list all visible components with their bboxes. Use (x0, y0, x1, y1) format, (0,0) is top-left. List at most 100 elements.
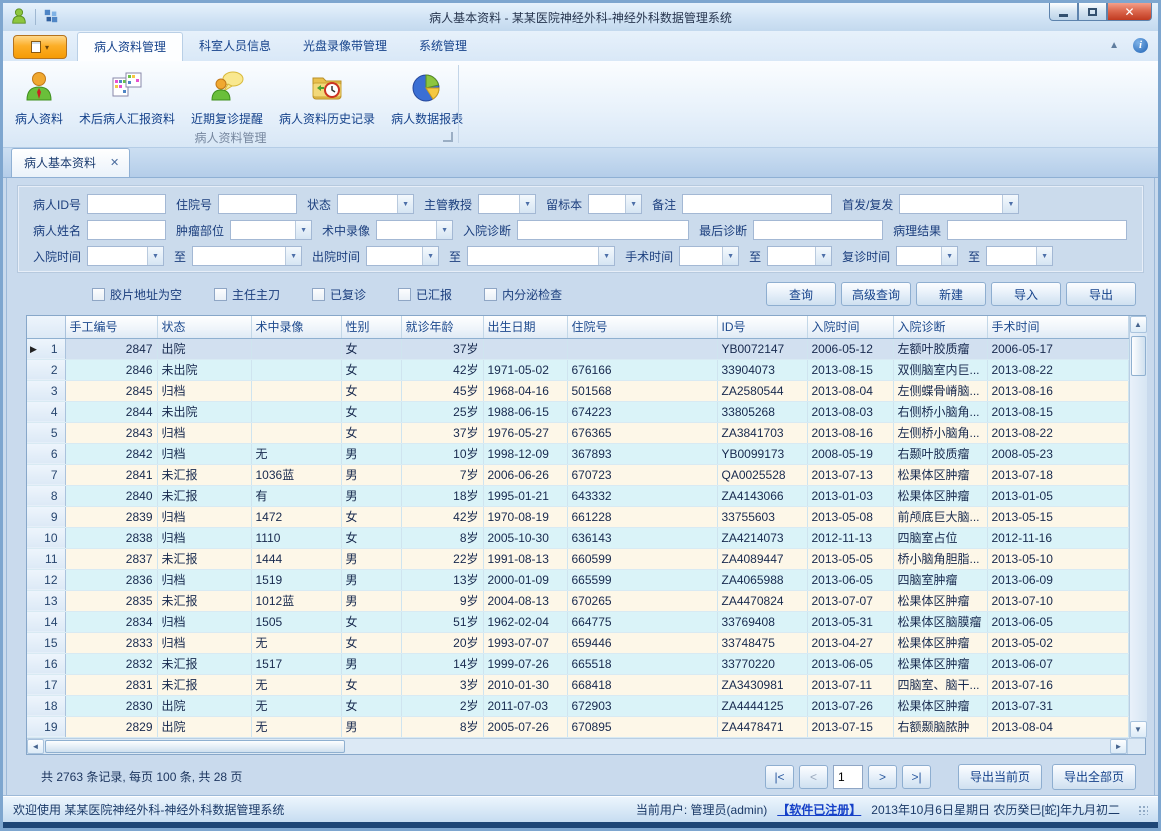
search-input[interactable] (947, 220, 1127, 240)
table-row[interactable]: 112837未汇报1444男22岁1991-08-13660599ZA40894… (27, 548, 1128, 569)
table-row[interactable]: 102838归档1110女8岁2005-10-30636143ZA4214073… (27, 527, 1128, 548)
row-selector[interactable]: 7 (27, 464, 65, 485)
maximize-button[interactable] (1078, 3, 1107, 21)
search-combo[interactable]: ▼ (366, 246, 439, 266)
vertical-scrollbar[interactable]: ▲ ▼ (1129, 316, 1147, 738)
ribbon-button[interactable]: 病人资料 (7, 65, 71, 129)
search-combo[interactable]: ▼ (337, 194, 414, 214)
minimize-button[interactable] (1049, 3, 1078, 21)
chevron-down-icon[interactable]: ▼ (147, 247, 163, 265)
horizontal-scrollbar-thumb[interactable] (45, 740, 345, 753)
chevron-down-icon[interactable]: ▼ (519, 195, 535, 213)
search-combo[interactable]: ▼ (87, 246, 164, 266)
pager-last-button[interactable]: >| (902, 765, 931, 789)
search-combo[interactable]: ▼ (230, 220, 312, 240)
row-selector[interactable]: 16 (27, 653, 65, 674)
search-input[interactable] (87, 220, 166, 240)
dialog-launcher-icon[interactable] (443, 132, 453, 142)
pager-prev-button[interactable]: < (799, 765, 828, 789)
table-row[interactable]: 182830出院无女2岁2011-07-03672903ZA4444125201… (27, 695, 1128, 716)
chevron-down-icon[interactable]: ▼ (422, 247, 438, 265)
table-row[interactable]: 132835未汇报1012蓝男9岁2004-08-13670265ZA44708… (27, 590, 1128, 611)
action-button-导入[interactable]: 导入 (991, 282, 1061, 306)
row-selector[interactable]: 5 (27, 422, 65, 443)
table-row[interactable]: 82840未汇报有男18岁1995-01-21643332ZA414306620… (27, 485, 1128, 506)
table-row[interactable]: 172831未汇报无女3岁2010-01-30668418ZA343098120… (27, 674, 1128, 695)
row-selector[interactable]: 2 (27, 359, 65, 380)
row-selector[interactable]: 17 (27, 674, 65, 695)
table-row[interactable]: 1▶2847出院女37岁YB00721472006-05-12左额叶胶质瘤200… (27, 338, 1128, 359)
table-row[interactable]: 52843归档女37岁1976-05-27676365ZA38417032013… (27, 422, 1128, 443)
search-combo[interactable]: ▼ (679, 246, 739, 266)
scroll-right-icon[interactable]: ► (1110, 739, 1127, 754)
chevron-down-icon[interactable]: ▼ (1036, 247, 1052, 265)
table-row[interactable]: 72841未汇报1036蓝男7岁2006-06-26670723QA002552… (27, 464, 1128, 485)
table-row[interactable]: 152833归档无女20岁1993-07-0765944633748475201… (27, 632, 1128, 653)
column-header[interactable]: 入院诊断 (893, 316, 987, 338)
tab-patient-basic-info[interactable]: 病人基本资料 ✕ (11, 148, 130, 177)
filter-checkbox[interactable]: 胶片地址为空 (92, 286, 182, 303)
pager-first-button[interactable]: |< (765, 765, 794, 789)
table-row[interactable]: 42844未出院女25岁1988-06-15674223338052682013… (27, 401, 1128, 422)
search-combo[interactable]: ▼ (478, 194, 536, 214)
filter-checkbox[interactable]: 主任主刀 (214, 286, 280, 303)
search-combo[interactable]: ▼ (767, 246, 832, 266)
scroll-up-icon[interactable]: ▲ (1130, 316, 1147, 333)
column-header[interactable]: 手工编号 (65, 316, 157, 338)
row-selector[interactable]: 14 (27, 611, 65, 632)
row-selector[interactable]: 13 (27, 590, 65, 611)
row-selector[interactable]: 15 (27, 632, 65, 653)
column-header[interactable]: 入院时间 (807, 316, 893, 338)
checkbox-icon[interactable] (92, 288, 105, 301)
column-header[interactable]: 出生日期 (483, 316, 567, 338)
scroll-left-icon[interactable]: ◄ (27, 739, 44, 754)
export-current-page-button[interactable]: 导出当前页 (958, 764, 1042, 790)
table-row[interactable]: 162832未汇报1517男14岁1999-07-266655183377022… (27, 653, 1128, 674)
column-header[interactable]: 手术时间 (987, 316, 1128, 338)
table-row[interactable]: 22846未出院女42岁1971-05-02676166339040732013… (27, 359, 1128, 380)
search-input[interactable] (87, 194, 166, 214)
checkbox-icon[interactable] (484, 288, 497, 301)
page-number-input[interactable] (833, 765, 863, 789)
action-button-导出[interactable]: 导出 (1066, 282, 1136, 306)
ribbon-button[interactable]: 病人资料历史记录 (271, 65, 383, 129)
table-row[interactable]: 62842归档无男10岁1998-12-09367893YB0099173200… (27, 443, 1128, 464)
row-selector[interactable]: 3 (27, 380, 65, 401)
ribbon-tab[interactable]: 科室人员信息 (183, 32, 287, 61)
chevron-down-icon[interactable]: ▼ (1002, 195, 1018, 213)
vertical-scrollbar-thumb[interactable] (1131, 336, 1146, 376)
ribbon-tab[interactable]: 光盘录像带管理 (287, 32, 403, 61)
column-header[interactable]: ID号 (717, 316, 807, 338)
row-selector[interactable]: 18 (27, 695, 65, 716)
row-selector[interactable]: 6 (27, 443, 65, 464)
filter-checkbox[interactable]: 已复诊 (312, 286, 366, 303)
chevron-down-icon[interactable]: ▼ (598, 247, 614, 265)
search-combo[interactable]: ▼ (192, 246, 302, 266)
chevron-down-icon[interactable]: ▼ (625, 195, 641, 213)
table-row[interactable]: 92839归档1472女42岁1970-08-19661228337556032… (27, 506, 1128, 527)
row-selector[interactable]: 4 (27, 401, 65, 422)
table-row[interactable]: 142834归档1505女51岁1962-02-0466477533769408… (27, 611, 1128, 632)
column-header[interactable]: 性别 (341, 316, 401, 338)
search-combo[interactable]: ▼ (896, 246, 958, 266)
search-combo[interactable]: ▼ (588, 194, 642, 214)
app-menu-button[interactable]: ▾ (13, 35, 67, 59)
row-selector[interactable]: 9 (27, 506, 65, 527)
close-button[interactable]: ✕ (1107, 3, 1152, 21)
horizontal-scrollbar[interactable]: ◄ ► (27, 738, 1145, 754)
filter-checkbox[interactable]: 内分泌检查 (484, 286, 562, 303)
search-input[interactable] (517, 220, 689, 240)
column-header[interactable]: 就诊年龄 (401, 316, 483, 338)
collapse-ribbon-icon[interactable]: ▲ (1109, 40, 1119, 51)
filter-checkbox[interactable]: 已汇报 (398, 286, 452, 303)
resize-grip[interactable] (1138, 805, 1148, 815)
search-input[interactable] (218, 194, 297, 214)
registered-link[interactable]: 【软件已注册】 (777, 801, 861, 818)
row-selector[interactable]: 1▶ (27, 338, 65, 359)
chevron-down-icon[interactable]: ▼ (941, 247, 957, 265)
row-selector[interactable]: 8 (27, 485, 65, 506)
info-icon[interactable]: i (1133, 38, 1148, 53)
chevron-down-icon[interactable]: ▼ (397, 195, 413, 213)
chevron-down-icon[interactable]: ▼ (285, 247, 301, 265)
chevron-down-icon[interactable]: ▼ (815, 247, 831, 265)
